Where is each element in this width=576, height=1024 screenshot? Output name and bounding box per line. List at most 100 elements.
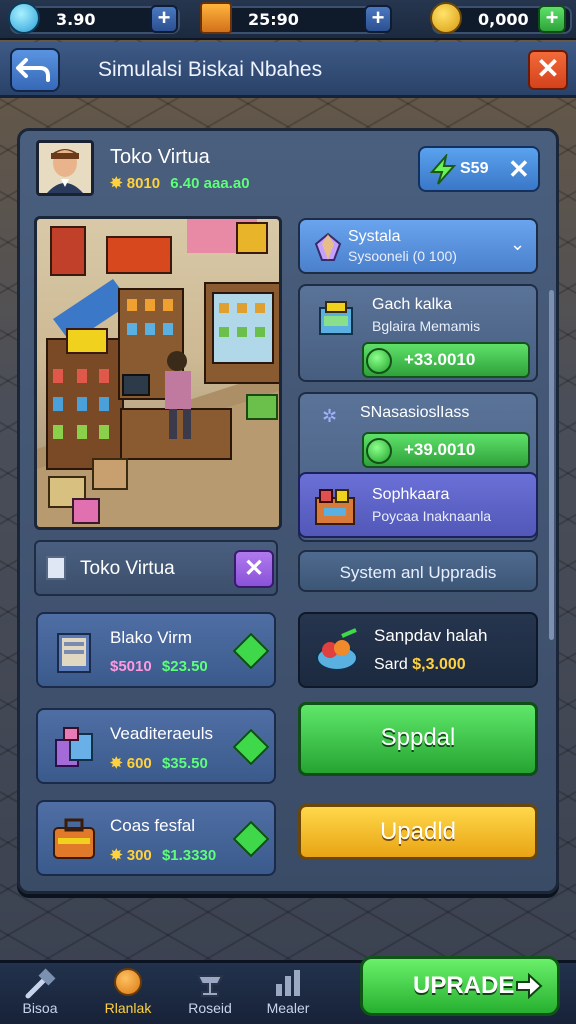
shop-green-price: 6.40 aaa.a0 xyxy=(170,175,250,192)
add-gold-button[interactable]: + xyxy=(538,5,566,33)
green-action-button[interactable]: Sppdal xyxy=(298,702,538,776)
item-tile[interactable]: Coas fesfal ✸ 300 $1.3330 xyxy=(36,800,276,876)
dropdown-title: Systala xyxy=(348,228,401,245)
gold-value: 0,000 xyxy=(478,10,529,29)
shop-scene-image xyxy=(34,216,282,530)
chevron-down-icon: ⌄ xyxy=(510,234,526,254)
card1-value: +33.0010 xyxy=(404,350,476,369)
item-price-a: 600 xyxy=(126,755,152,772)
stock-card-3[interactable]: Sophkaara Poycaa Inaknaanla xyxy=(298,472,538,538)
card1-subtitle: Bglaira Memamis xyxy=(372,318,481,334)
nav-label: Roseid xyxy=(188,1000,232,1016)
shop-name: Toko Virtua xyxy=(110,146,210,168)
card2-title: SNasasioslIass xyxy=(360,404,470,421)
card2-value-bar: +39.0010 xyxy=(362,432,530,468)
nav-label: Rlanlak xyxy=(104,1000,152,1016)
upgrade-button-label: UPRADE xyxy=(413,972,515,999)
lightning-icon xyxy=(429,154,457,185)
dropdown-subtitle: Sysooneli (0 100) xyxy=(348,248,457,264)
stats-bars-icon xyxy=(276,970,300,996)
crate-icon xyxy=(200,2,232,34)
back-button[interactable] xyxy=(10,48,60,92)
nav-item-market[interactable]: Mealer xyxy=(248,964,328,1022)
item-price-a: $5010 xyxy=(110,658,152,675)
resource-bar: 3.90 + 25:90 + 0,000 + xyxy=(0,0,576,40)
gear-cluster-icon: ✲ xyxy=(322,406,338,426)
card3-title: Sophkaara xyxy=(372,486,450,503)
system-upgrade-label: System anl Uppradis xyxy=(339,563,497,582)
hammer-icon xyxy=(25,968,56,999)
energy-value: S59 xyxy=(460,160,489,177)
upgrade-diamond-icon[interactable] xyxy=(232,820,270,858)
shop-gold-price: 8010 xyxy=(126,175,161,192)
card1-title: Gach kalka xyxy=(372,296,453,313)
systala-dropdown[interactable]: Systala Sysooneli (0 100) ⌄ xyxy=(298,218,538,274)
register-icon xyxy=(319,301,353,335)
item-price-a: 300 xyxy=(126,847,152,864)
yellow-button-label: Upadld xyxy=(379,818,457,845)
fruit-bowl-icon xyxy=(316,628,358,671)
item-name: Veaditeraeuls xyxy=(110,724,214,743)
globe-coin-icon xyxy=(8,2,40,34)
promo-card[interactable]: Sanpdav halah Sard $,3.000 xyxy=(298,612,538,688)
crystal-icon xyxy=(314,232,342,261)
nav-label: Bisoa xyxy=(22,1000,58,1016)
title-bar: Simulalsi Biskai Nbahes ✕ xyxy=(0,42,576,98)
coins-value: 3.90 xyxy=(56,10,96,29)
stock-card-1[interactable]: Gach kalka Bglaira Memamis +33.0010 xyxy=(298,284,538,382)
energy-close-icon[interactable]: ✕ xyxy=(508,154,530,185)
item-price: ✸ 300 $1.3330 xyxy=(110,846,216,864)
card2-value: +39.0010 xyxy=(404,440,476,459)
product-box-icon xyxy=(55,727,93,767)
back-arrow-icon xyxy=(16,58,50,82)
toolbox-icon xyxy=(53,818,95,859)
section-close-button[interactable]: ✕ xyxy=(234,550,274,588)
card3-subtitle: Poycaa Inaknaanla xyxy=(372,508,492,524)
add-coins-button[interactable]: + xyxy=(150,5,178,33)
item-tile[interactable]: Blako Virm $5010 $23.50 xyxy=(36,612,276,688)
gold-star-icon: ✸ xyxy=(110,847,123,864)
promo-subline: Sard $,3.000 xyxy=(374,656,466,674)
nav-item-plan[interactable]: Rlanlak xyxy=(88,964,168,1022)
arrow-right-icon xyxy=(516,973,543,999)
upgrade-diamond-icon[interactable] xyxy=(232,632,270,670)
item-price-b: $35.50 xyxy=(161,755,208,772)
upgrade-diamond-icon[interactable] xyxy=(232,728,270,766)
item-price: $5010 $23.50 xyxy=(110,658,208,675)
item-price: ✸ 600 $35.50 xyxy=(110,754,208,772)
close-button[interactable]: ✕ xyxy=(528,50,568,90)
scrollbar[interactable] xyxy=(549,290,554,640)
person-portrait-icon xyxy=(39,143,91,193)
page-title: Simulalsi Biskai Nbahes xyxy=(98,58,323,81)
document-icon xyxy=(46,556,66,580)
yellow-action-button[interactable]: Upadld xyxy=(298,804,538,860)
anvil-icon xyxy=(196,975,224,997)
card1-value-bar: +33.0010 xyxy=(362,342,530,378)
section-header: Toko Virtua ✕ xyxy=(34,540,278,596)
nav-item-resource[interactable]: Roseid xyxy=(170,964,250,1022)
item-price-b: $23.50 xyxy=(161,658,208,675)
store-illustration xyxy=(37,219,279,527)
crates-value: 25:90 xyxy=(248,10,299,29)
shopkeeper-avatar xyxy=(36,140,94,196)
nav-label: Mealer xyxy=(266,1000,310,1016)
coin-icon xyxy=(114,968,142,996)
green-coin-icon xyxy=(366,348,392,374)
item-price-b: $1.3330 xyxy=(161,847,217,864)
book-icon xyxy=(57,633,91,673)
item-tile[interactable]: Veaditeraeuls ✸ 600 $35.50 xyxy=(36,708,276,784)
promo-title: Sanpdav halah xyxy=(374,626,488,645)
gold-star-icon: ✸ xyxy=(110,175,123,192)
upgrade-button[interactable]: UPRADE xyxy=(360,956,560,1016)
nav-item-build[interactable]: Bisoa xyxy=(0,964,80,1022)
shop-stats: ✸ 8010 6.40 aaa.a0 xyxy=(110,174,250,192)
promo-sub-label: Sard xyxy=(374,656,408,673)
goods-crate-icon xyxy=(315,489,355,525)
green-coin-icon xyxy=(366,438,392,464)
system-upgrade-button[interactable]: System anl Uppradis xyxy=(298,550,538,592)
green-button-label: Sppdal xyxy=(380,724,456,751)
gold-star-icon: ✸ xyxy=(110,755,123,772)
add-crates-button[interactable]: + xyxy=(364,5,392,33)
gold-coin-icon xyxy=(430,2,462,34)
section-label: Toko Virtua xyxy=(80,558,175,579)
